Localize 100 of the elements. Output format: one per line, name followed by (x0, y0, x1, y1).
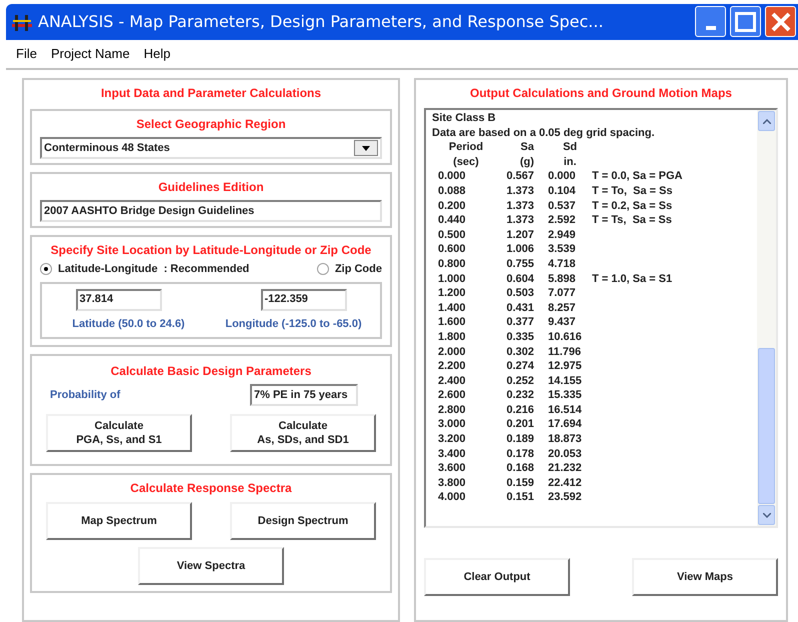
caret-icon (362, 146, 370, 150)
longitude-field[interactable]: -122.359 (260, 288, 346, 310)
output-button[interactable]: Clear Output (424, 558, 570, 596)
panel-title: Output Calculations and Ground Motion Maps (469, 85, 733, 102)
table-cell-text: 0.159 (505, 476, 534, 490)
chevron-up-icon (762, 118, 770, 124)
group-title: Guidelines Edition (157, 179, 265, 196)
chevron-down-icon (762, 512, 770, 518)
table-cell-text: 9.437 (547, 315, 577, 330)
table-cell-text: 0.000 (437, 169, 467, 184)
table-cell-text: T = Ts, Sa = Ss (592, 213, 673, 228)
maximize-icon (735, 12, 756, 32)
table-cell-text: 0.500 (437, 228, 467, 242)
output-line: Data are based on a 0.05 deg grid spacing. (432, 126, 656, 140)
table-cell-text: 3.200 (437, 432, 467, 447)
table-cell-text: 0.201 (505, 417, 534, 432)
calculate-button[interactable]: Calculate As, SDs, and SD1 (230, 414, 376, 452)
table-cell-text: 20.053 (547, 446, 583, 462)
menu-item[interactable]: File (16, 44, 37, 64)
group-title: Select Geographic Region (135, 116, 287, 133)
column-header: Period (448, 140, 484, 155)
view-spectra-button[interactable]: View Spectra (138, 547, 284, 585)
scroll-up-button[interactable] (758, 111, 775, 131)
menu-item[interactable]: Help (144, 44, 170, 64)
table-cell-text: 0.335 (505, 330, 534, 344)
table-cell-text: 15.335 (547, 388, 583, 403)
table-cell-text: T = 1.0, Sa = S1 (592, 272, 674, 286)
table-cell-text: 0.604 (505, 272, 534, 286)
table-cell-text: 0.189 (505, 432, 534, 447)
table-cell-text: 2.800 (437, 402, 467, 418)
table-cell-text: 0.440 (437, 213, 467, 228)
close-button[interactable] (765, 6, 796, 38)
table-cell-text: 0.000 (547, 169, 577, 184)
column-header: Sd (562, 140, 578, 155)
table-cell-text: 22.412 (547, 476, 583, 490)
table-cell-text: 2.949 (547, 228, 577, 242)
table-cell-text: 0.600 (437, 242, 467, 257)
table-cell-text: 0.503 (505, 286, 534, 301)
table-cell-text: 4.000 (437, 490, 467, 506)
minimize-button[interactable] (695, 6, 726, 38)
table-cell-text: 0.168 (505, 461, 534, 476)
table-cell-text: 0.431 (505, 300, 534, 316)
scroll-down-button[interactable] (758, 505, 775, 525)
table-cell-text: 0.567 (505, 169, 534, 184)
menu-item[interactable]: Project Name (50, 44, 130, 64)
table-cell-text: 0.216 (505, 402, 534, 418)
table-cell-text: 5.898 (547, 272, 577, 286)
table-cell-text: 1.373 (505, 213, 534, 228)
table-cell-text: 3.000 (437, 417, 467, 432)
table-cell-text: 1.800 (437, 330, 467, 344)
table-cell-text: 1.006 (505, 242, 534, 257)
table-cell-text: 0.088 (437, 184, 467, 199)
table-cell-text: 0.252 (505, 374, 534, 388)
spectrum-button[interactable]: Design Spectrum (230, 502, 376, 540)
table-cell-text: 2.592 (547, 213, 577, 228)
output-button[interactable]: View Maps (632, 558, 778, 596)
table-cell-text: 2.200 (437, 359, 467, 374)
scroll-thumb[interactable] (758, 348, 775, 504)
output-line: Site Class B (432, 111, 497, 126)
table-cell-text: 10.616 (547, 330, 583, 344)
table-cell-text: 4.718 (547, 256, 577, 272)
group-title: Calculate Basic Design Parameters (110, 363, 312, 380)
dropdown-button[interactable] (354, 140, 378, 156)
scrollbar[interactable] (757, 110, 776, 526)
radio-option[interactable]: Latitude-Longitude : Recommended (40, 261, 250, 278)
group-title: Specify Site Location by Latitude-Longitude or Zip Code (50, 242, 372, 259)
latitude-field[interactable]: 37.814 (76, 288, 162, 310)
maximize-button[interactable] (730, 6, 761, 38)
table-cell-text: 1.207 (505, 228, 534, 242)
table-cell-text: 8.257 (547, 300, 577, 316)
table-cell-text: 12.975 (547, 359, 583, 374)
probability-field[interactable]: 7% PE in 75 years (250, 384, 358, 406)
spectrum-button[interactable]: Map Spectrum (46, 502, 192, 540)
table-cell-text: 7.077 (547, 286, 577, 301)
table-cell-text: 0.104 (547, 184, 577, 199)
column-header: in. (562, 154, 578, 170)
table-cell-text: 2.600 (437, 388, 467, 403)
table-cell-text: 1.373 (505, 184, 534, 199)
column-header: (g) (518, 154, 534, 170)
table-cell-text: T = To, Sa = Ss (592, 184, 674, 199)
table-cell-text: 1.200 (437, 286, 467, 301)
table-cell-text: 18.873 (547, 432, 583, 447)
table-cell-text: T = 0.2, Sa = Ss (592, 198, 674, 214)
calculate-button[interactable]: Calculate PGA, Ss, and S1 (46, 414, 192, 452)
panel-title: Input Data and Parameter Calculations (100, 85, 322, 102)
table-cell-text: 0.755 (505, 256, 534, 272)
table-cell-text: 21.232 (547, 461, 583, 476)
group-title: Calculate Response Spectra (129, 480, 293, 497)
table-cell-text: 0.800 (437, 256, 467, 272)
edition-field[interactable]: 2007 AASHTO Bridge Design Guidelines (40, 200, 382, 222)
table-cell-text: 11.796 (547, 344, 582, 360)
radio-option[interactable]: Zip Code (316, 261, 382, 278)
region-dropdown[interactable]: Conterminous 48 States (40, 137, 382, 159)
column-header: (sec) (452, 154, 480, 170)
table-cell-text: 3.539 (547, 242, 577, 257)
field-label: Latitude (50.0 to 24.6) (72, 316, 185, 332)
field-label: Longitude (-125.0 to -65.0) (225, 316, 362, 332)
table-cell-text: 16.514 (547, 402, 583, 418)
table-cell-text: 1.373 (505, 198, 534, 214)
table-cell-text: 0.232 (505, 388, 534, 403)
